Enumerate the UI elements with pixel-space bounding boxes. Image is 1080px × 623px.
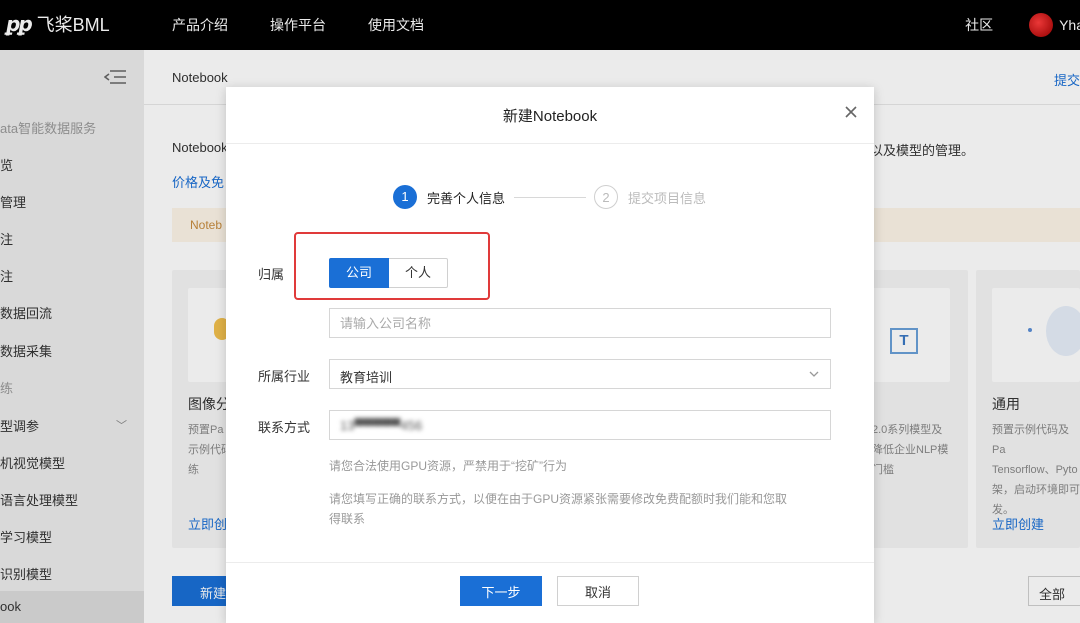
- ownership-label: 归属: [258, 267, 285, 282]
- chevron-down-icon: [809, 371, 819, 377]
- step-connector: [514, 197, 586, 198]
- contact-hint: 请您填写正确的联系方式，以便在由于GPU资源紧张需要修改免费配额时我们能和您取 …: [329, 489, 839, 529]
- step-label: 提交项目信息: [628, 190, 707, 206]
- close-icon[interactable]: [842, 103, 860, 121]
- ownership-personal-option[interactable]: 个人: [389, 258, 449, 288]
- divider: [226, 143, 874, 144]
- step-number: 2: [594, 185, 618, 209]
- step-2: 2 提交项目信息: [594, 185, 706, 209]
- industry-select-value: 教育培训: [340, 370, 393, 385]
- step-label: 完善个人信息: [427, 190, 506, 206]
- contact-hint-line: 得联系: [329, 512, 366, 526]
- gpu-usage-hint: 请您合法使用GPU资源，严禁用于“挖矿”行为: [329, 459, 567, 473]
- industry-label: 所属行业: [258, 369, 311, 384]
- dialog-title: 新建Notebook: [502, 108, 598, 125]
- ownership-company-option[interactable]: 公司: [329, 258, 390, 288]
- contact-hint-line: 请您填写正确的联系方式，以便在由于GPU资源紧张需要修改免费配额时我们能和您取: [329, 492, 788, 506]
- ownership-toggle: 公司 个人: [329, 258, 449, 288]
- contact-input-value: 13▀▀▀▀▀456: [340, 418, 423, 433]
- contact-input[interactable]: 13▀▀▀▀▀456: [329, 410, 831, 440]
- next-step-button[interactable]: 下一步: [460, 576, 542, 606]
- step-1: 1 完善个人信息: [393, 185, 505, 209]
- company-name-input[interactable]: [329, 308, 831, 338]
- industry-select[interactable]: 教育培训: [329, 359, 831, 389]
- cancel-button[interactable]: 取消: [557, 576, 639, 606]
- divider: [226, 562, 874, 563]
- step-number: 1: [393, 185, 417, 209]
- contact-label: 联系方式: [258, 420, 311, 435]
- new-notebook-dialog: 新建Notebook 1 完善个人信息 2 提交项目信息 归属 公司 个人 所属…: [226, 87, 874, 623]
